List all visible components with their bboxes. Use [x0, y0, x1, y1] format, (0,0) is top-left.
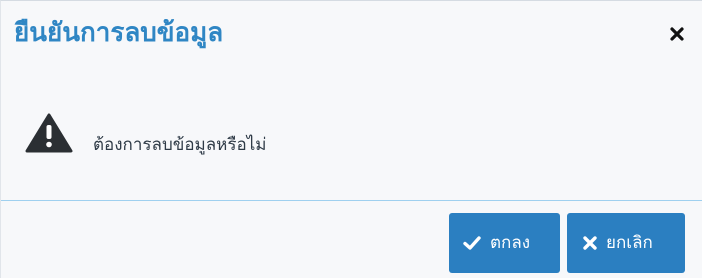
- cancel-button-label: ยกเลิก: [606, 233, 653, 253]
- confirm-message: ต้องการลบข้อมูลหรือไม่: [93, 135, 267, 155]
- check-icon: [463, 236, 481, 250]
- times-icon: [583, 236, 597, 250]
- close-icon: [670, 27, 684, 41]
- close-button[interactable]: [667, 24, 687, 44]
- dialog-header: ยืนยันการลบข้อมูล: [1, 1, 702, 83]
- ok-button-label: ตกลง: [490, 233, 531, 253]
- warning-triangle-icon: [25, 113, 73, 153]
- confirm-delete-dialog: ยืนยันการลบข้อมูล ต้องการลบข้อมูลหรือไม่…: [0, 0, 702, 278]
- dialog-title: ยืนยันการลบข้อมูล: [14, 18, 224, 48]
- footer-divider: [1, 200, 702, 201]
- cancel-button[interactable]: ยกเลิก: [567, 213, 685, 273]
- ok-button[interactable]: ตกลง: [449, 213, 560, 273]
- dialog-body: ต้องการลบข้อมูลหรือไม่: [1, 83, 702, 198]
